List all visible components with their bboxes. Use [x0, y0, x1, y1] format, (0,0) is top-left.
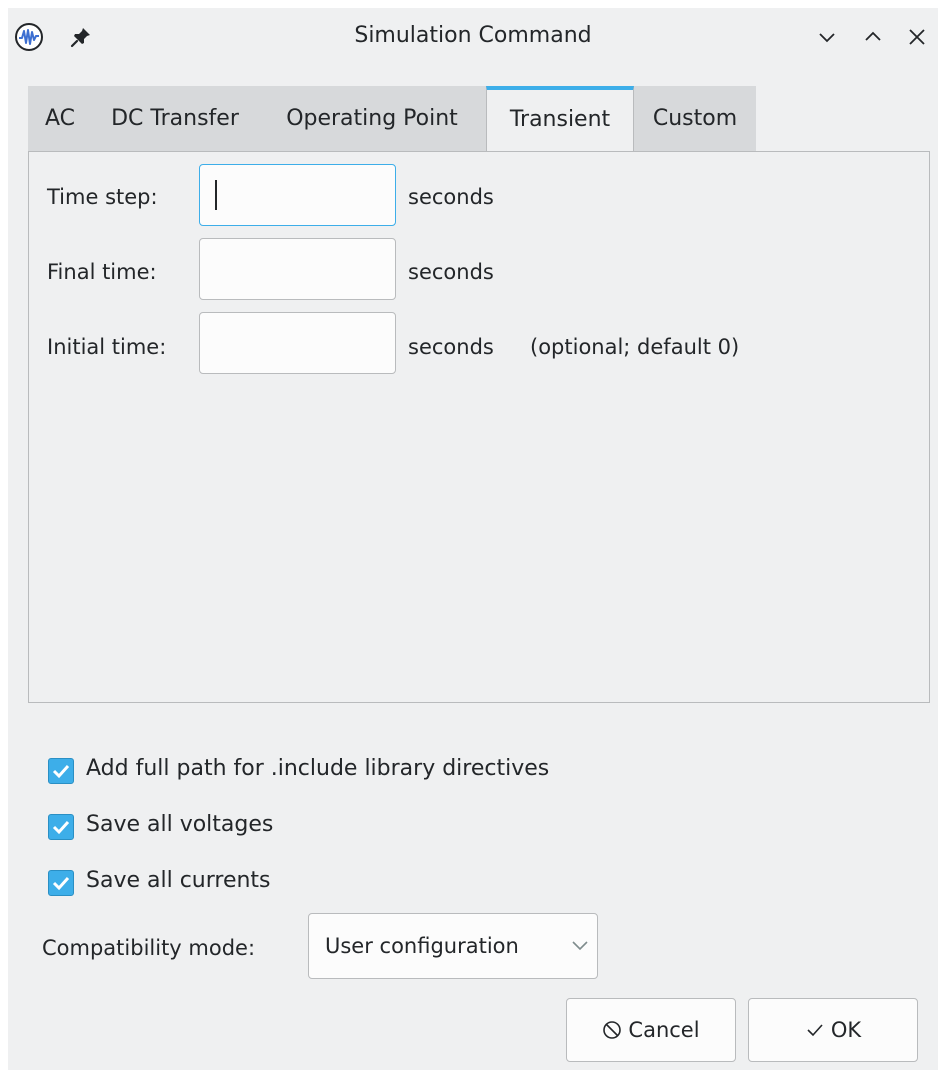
- final-time-label: Final time:: [47, 260, 157, 284]
- tab-ac[interactable]: AC: [28, 86, 92, 152]
- option-label: Add full path for .include library direc…: [86, 756, 550, 781]
- checkmark-icon: [52, 876, 70, 891]
- checkbox-save-voltages[interactable]: [48, 814, 74, 840]
- cancel-circle-icon: [603, 1021, 622, 1039]
- simulation-command-dialog: Simulation Command AC DC Transfer Operat…: [8, 8, 938, 1070]
- chevron-down-icon: [572, 941, 588, 951]
- tab-custom[interactable]: Custom: [634, 86, 756, 152]
- time-step-label: Time step:: [47, 185, 158, 209]
- checkbox-full-path[interactable]: [48, 758, 74, 784]
- final-time-unit: seconds: [408, 260, 494, 284]
- time-step-wrapper: [199, 164, 396, 226]
- tab-dc-transfer[interactable]: DC Transfer: [92, 86, 258, 152]
- time-step-input[interactable]: [199, 164, 396, 226]
- checkbox-save-currents[interactable]: [48, 870, 74, 896]
- time-step-unit: seconds: [408, 185, 494, 209]
- option-label: Save all voltages: [86, 812, 274, 837]
- checkmark-icon: [52, 820, 70, 835]
- ok-button[interactable]: OK: [748, 998, 918, 1062]
- transient-panel: Time step: seconds Final time: seconds I…: [28, 151, 930, 703]
- initial-time-label: Initial time:: [47, 335, 167, 359]
- initial-time-input[interactable]: [199, 312, 396, 374]
- initial-time-unit: seconds: [408, 335, 494, 359]
- compatibility-mode-value: User configuration: [325, 934, 519, 958]
- initial-time-hint: (optional; default 0): [530, 335, 740, 359]
- checkmark-icon: [807, 1024, 823, 1037]
- tab-transient[interactable]: Transient: [486, 86, 634, 154]
- tab-operating-point[interactable]: Operating Point: [258, 86, 486, 152]
- compatibility-mode-label: Compatibility mode:: [42, 936, 256, 960]
- cancel-button[interactable]: Cancel: [566, 998, 736, 1062]
- text-caret: [215, 180, 217, 210]
- title-bar: Simulation Command: [8, 8, 938, 65]
- window-title: Simulation Command: [354, 23, 592, 48]
- checkmark-icon: [52, 764, 70, 779]
- analysis-tabs: AC DC Transfer Operating Point Transient…: [28, 86, 928, 154]
- close-icon[interactable]: [904, 24, 930, 50]
- chevron-down-icon[interactable]: [814, 24, 840, 50]
- final-time-input[interactable]: [199, 238, 396, 300]
- ok-button-label: OK: [830, 1018, 862, 1042]
- compatibility-mode-select[interactable]: User configuration: [308, 913, 598, 979]
- cancel-button-label: Cancel: [628, 1018, 700, 1042]
- chevron-up-icon[interactable]: [860, 24, 886, 50]
- option-label: Save all currents: [86, 868, 271, 893]
